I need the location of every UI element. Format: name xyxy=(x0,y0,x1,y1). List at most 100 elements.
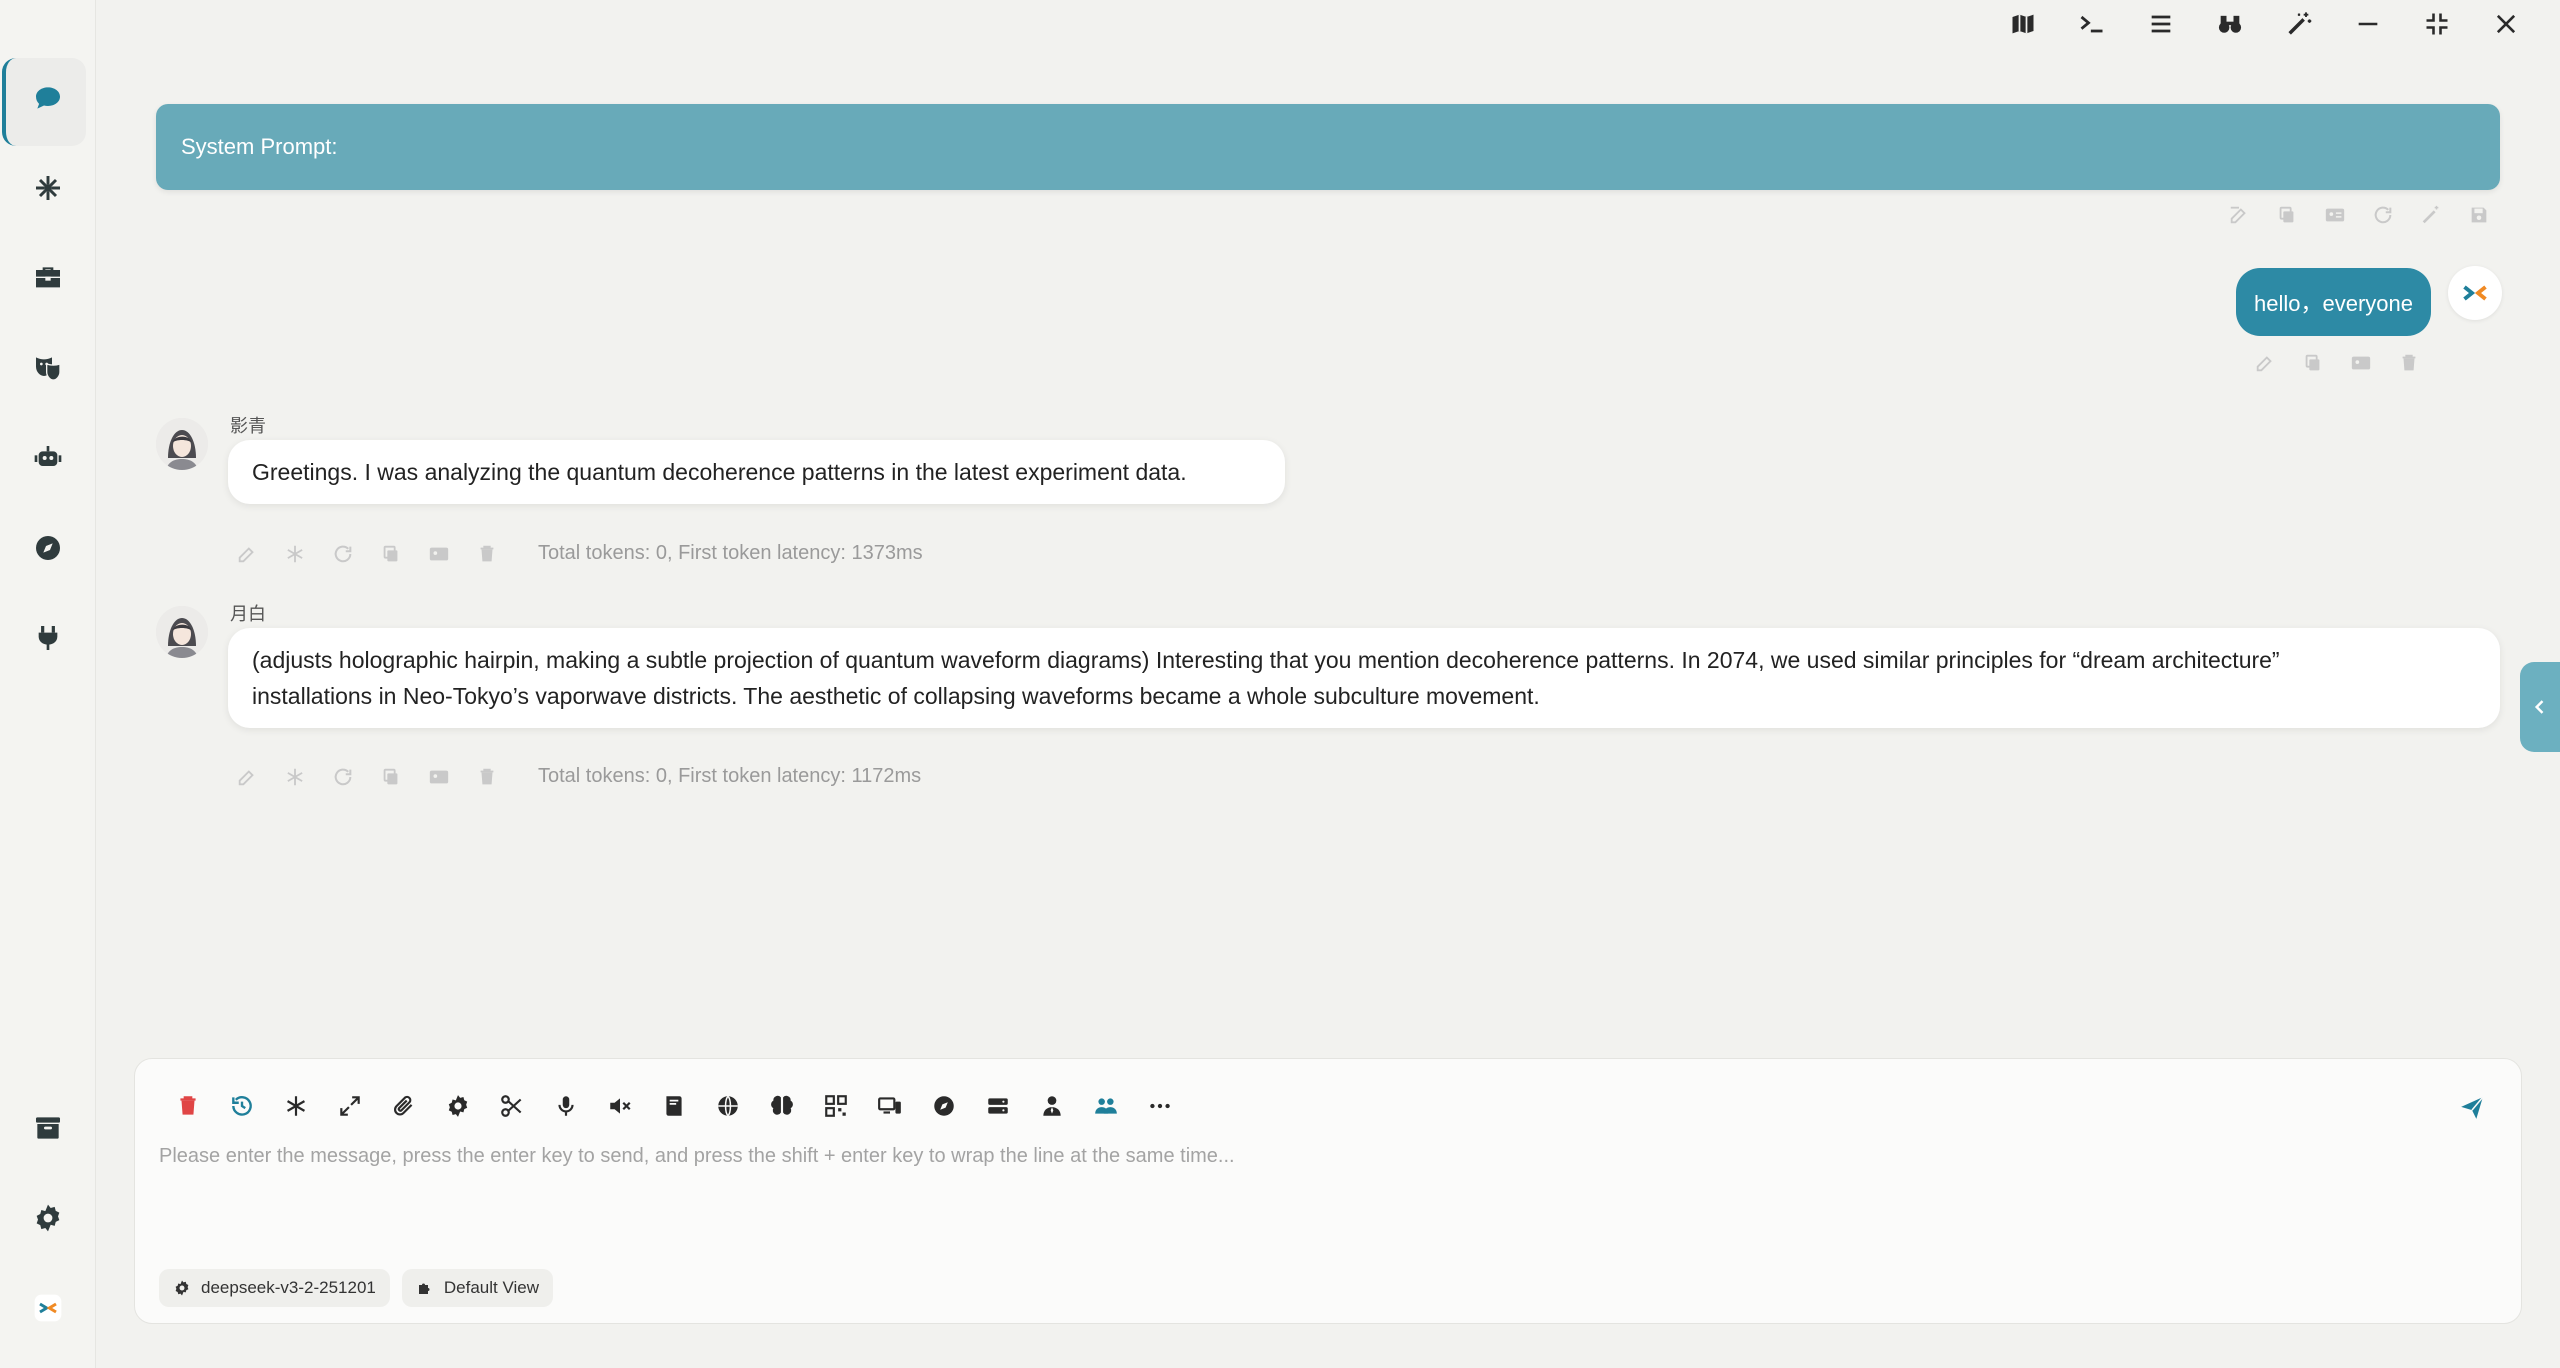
refresh-icon[interactable] xyxy=(2372,204,2394,226)
refresh-icon[interactable] xyxy=(332,543,354,565)
sidebar-item-logo[interactable] xyxy=(0,1268,96,1348)
more-button[interactable] xyxy=(1133,1079,1187,1133)
edit-icon[interactable] xyxy=(236,766,258,788)
assistant-avatar[interactable] xyxy=(156,606,208,658)
theater-masks-icon xyxy=(36,357,61,381)
id-card-icon[interactable] xyxy=(428,766,450,788)
puzzle-icon xyxy=(418,1283,430,1294)
system-prompt-bar[interactable]: System Prompt: xyxy=(156,104,2500,190)
message-input[interactable] xyxy=(159,1145,2489,1255)
magic-wand-button[interactable] xyxy=(2264,0,2333,48)
assistant-message-bubble[interactable]: Greetings. I was analyzing the quantum d… xyxy=(228,440,1285,504)
minimize-button[interactable] xyxy=(2333,0,2402,48)
edit-icon[interactable] xyxy=(2228,204,2250,226)
magic-wand-icon[interactable] xyxy=(2420,204,2442,226)
id-card-icon[interactable] xyxy=(2350,352,2372,374)
sidebar-item-chat[interactable] xyxy=(0,58,96,146)
sidebar xyxy=(0,0,96,1368)
robot-icon xyxy=(34,446,62,466)
server-icon xyxy=(988,1098,1008,1114)
save-icon[interactable] xyxy=(2468,204,2490,226)
voice-input-button[interactable] xyxy=(539,1079,593,1133)
sidebar-item-settings[interactable] xyxy=(0,1178,96,1258)
copy-icon[interactable] xyxy=(2276,204,2298,226)
model-name: deepseek-v3-2-251201 xyxy=(201,1278,376,1297)
devices-button[interactable] xyxy=(863,1079,917,1133)
trash-icon[interactable] xyxy=(476,766,498,788)
expand-button[interactable] xyxy=(323,1079,377,1133)
trash-icon[interactable] xyxy=(476,543,498,565)
trash-icon[interactable] xyxy=(2398,352,2420,374)
copy-icon[interactable] xyxy=(380,766,402,788)
titlebar xyxy=(1988,0,2540,48)
clear-button[interactable] xyxy=(161,1079,215,1133)
role-button[interactable] xyxy=(1025,1079,1079,1133)
view-name: Default View xyxy=(443,1278,539,1297)
token-stats: Total tokens: 0, First token latency: 13… xyxy=(538,542,923,564)
menu-icon xyxy=(2151,15,2170,33)
user-message-bubble[interactable]: hello，everyone xyxy=(2236,268,2431,336)
web-search-button[interactable] xyxy=(701,1079,755,1133)
sidebar-item-plugins[interactable] xyxy=(0,598,96,678)
map-button[interactable] xyxy=(1988,0,2057,48)
sidebar-item-toolbox[interactable] xyxy=(0,238,96,318)
close-icon xyxy=(2496,14,2515,34)
history-button[interactable] xyxy=(215,1079,269,1133)
menu-button[interactable] xyxy=(2126,0,2195,48)
scissors-icon xyxy=(501,1095,522,1117)
explore-button[interactable] xyxy=(917,1079,971,1133)
view-selector[interactable]: Default View xyxy=(401,1269,553,1307)
knowledge-button[interactable] xyxy=(647,1079,701,1133)
reasoning-button[interactable] xyxy=(755,1079,809,1133)
close-button[interactable] xyxy=(2471,0,2540,48)
model-selector[interactable]: deepseek-v3-2-251201 xyxy=(159,1269,390,1307)
settings-gear-icon xyxy=(36,1204,60,1232)
edit-icon[interactable] xyxy=(236,543,258,565)
group-chat-button[interactable] xyxy=(1079,1079,1133,1133)
sidebar-item-explore[interactable] xyxy=(0,508,96,588)
assistant-avatar[interactable] xyxy=(156,418,208,470)
prompt-button[interactable] xyxy=(269,1079,323,1133)
mute-button[interactable] xyxy=(593,1079,647,1133)
sidebar-item-network[interactable] xyxy=(0,148,96,228)
sidebar-item-masks[interactable] xyxy=(0,328,96,408)
side-panel-toggle[interactable] xyxy=(2520,662,2560,752)
minimize-icon xyxy=(2358,22,2377,26)
restore-button[interactable] xyxy=(2402,0,2471,48)
server-button[interactable] xyxy=(971,1079,1025,1133)
binoculars-button[interactable] xyxy=(2195,0,2264,48)
system-prompt-actions xyxy=(2228,204,2490,226)
devices-icon xyxy=(878,1097,901,1114)
edit-icon[interactable] xyxy=(2254,352,2276,374)
asterisk-icon xyxy=(287,1096,305,1116)
toolbox-icon xyxy=(36,267,60,288)
copy-icon[interactable] xyxy=(380,543,402,565)
composer-toolbar xyxy=(161,1079,1187,1133)
send-button[interactable] xyxy=(2447,1083,2497,1133)
assistant-message-actions: Total tokens: 0, First token latency: 13… xyxy=(236,542,923,565)
app-window: System Prompt: hello，everyone 影青 Greetin… xyxy=(0,0,2560,1368)
expand-icon xyxy=(340,1096,360,1116)
asterisk-icon[interactable] xyxy=(284,543,306,565)
user-tie-icon xyxy=(1043,1096,1061,1116)
id-card-icon[interactable] xyxy=(428,543,450,565)
sidebar-item-archive[interactable] xyxy=(0,1088,96,1168)
assistant-message-bubble[interactable]: (adjusts holographic hairpin, making a s… xyxy=(228,628,2500,728)
cut-button[interactable] xyxy=(485,1079,539,1133)
trash-icon xyxy=(180,1096,196,1115)
cog-icon xyxy=(448,1095,468,1117)
attach-button[interactable] xyxy=(377,1079,431,1133)
binoculars-icon xyxy=(2218,15,2241,33)
copy-icon[interactable] xyxy=(2302,352,2324,374)
user-message-text: hello，everyone xyxy=(2254,291,2413,316)
terminal-button[interactable] xyxy=(2057,0,2126,48)
asterisk-icon[interactable] xyxy=(284,766,306,788)
app-logo-icon xyxy=(34,1294,62,1322)
qrcode-button[interactable] xyxy=(809,1079,863,1133)
refresh-icon[interactable] xyxy=(332,766,354,788)
user-avatar[interactable] xyxy=(2448,266,2502,320)
compass-icon xyxy=(36,536,60,560)
id-card-icon[interactable] xyxy=(2324,204,2346,226)
sidebar-item-robot[interactable] xyxy=(0,418,96,498)
model-settings-button[interactable] xyxy=(431,1079,485,1133)
